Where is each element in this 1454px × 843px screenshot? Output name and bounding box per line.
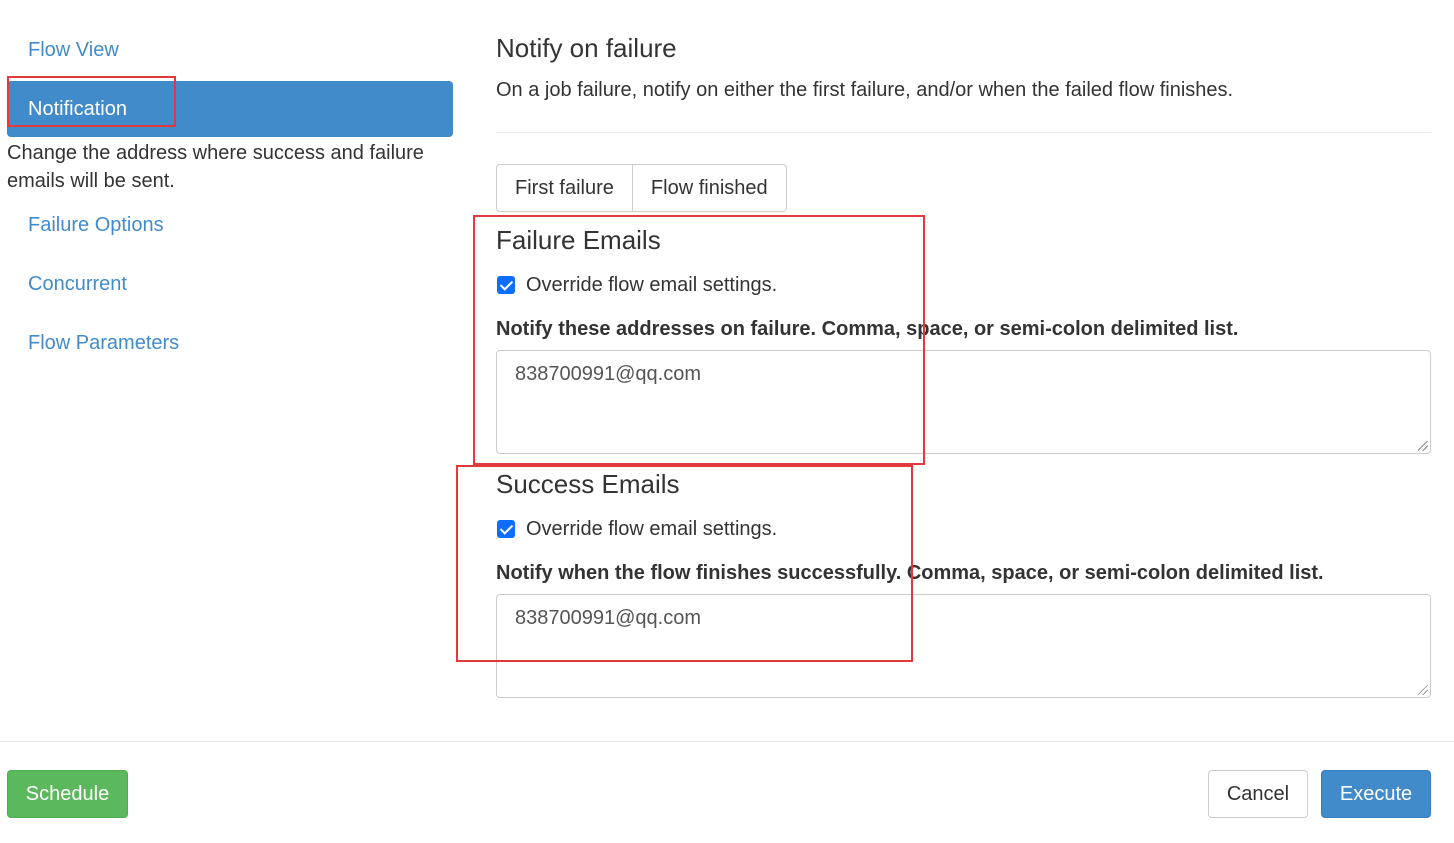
sidebar-nav: Flow View Notification Change the addres…: [7, 22, 453, 374]
flow-finished-button[interactable]: Flow finished: [632, 164, 787, 212]
notify-option-group: First failure Flow finished: [496, 164, 787, 212]
execute-button[interactable]: Execute: [1321, 770, 1431, 818]
success-override-checkbox[interactable]: [497, 520, 515, 538]
failure-override-row: Override flow email settings.: [496, 271, 1431, 299]
sidebar-item-notification[interactable]: Notification: [7, 81, 453, 137]
sidebar-item-flow-parameters[interactable]: Flow Parameters: [7, 315, 453, 371]
sidebar-item-flow-view[interactable]: Flow View: [7, 22, 453, 78]
success-emails-label: Notify when the flow finishes successful…: [496, 562, 1324, 584]
success-emails-title: Success Emails: [496, 469, 680, 499]
first-failure-button[interactable]: First failure: [496, 164, 633, 212]
resize-grip-icon[interactable]: [1418, 441, 1428, 451]
sidebar-item-concurrent[interactable]: Concurrent: [7, 256, 453, 312]
success-override-label: Override flow email settings.: [526, 517, 778, 540]
failure-override-label: Override flow email settings.: [526, 273, 778, 296]
schedule-button[interactable]: Schedule: [7, 770, 128, 818]
failure-emails-label: Notify these addresses on failure. Comma…: [496, 318, 1239, 340]
success-emails-textarea[interactable]: 838700991@qq.com: [496, 594, 1431, 698]
notification-description: Change the address where success and fai…: [7, 142, 424, 192]
success-emails-section: Success Emails Override flow email setti…: [496, 467, 1431, 698]
panel-description: On a job failure, notify on either the f…: [496, 79, 1234, 101]
success-emails-value: 838700991@qq.com: [515, 607, 701, 629]
notification-panel: Notify on failure On a job failure, noti…: [496, 30, 1431, 698]
footer-divider: [0, 741, 1454, 742]
failure-override-checkbox[interactable]: [497, 276, 515, 294]
failure-emails-title: Failure Emails: [496, 225, 661, 255]
failure-emails-textarea[interactable]: 838700991@qq.com: [496, 350, 1431, 454]
resize-grip-icon[interactable]: [1418, 685, 1428, 695]
failure-emails-value: 838700991@qq.com: [515, 363, 701, 385]
divider: [496, 132, 1431, 133]
success-override-row: Override flow email settings.: [496, 515, 1431, 543]
cancel-button[interactable]: Cancel: [1208, 770, 1308, 818]
panel-title: Notify on failure: [496, 33, 677, 63]
failure-emails-section: Failure Emails Override flow email setti…: [496, 223, 1431, 454]
sidebar-item-failure-options[interactable]: Failure Options: [7, 197, 453, 253]
